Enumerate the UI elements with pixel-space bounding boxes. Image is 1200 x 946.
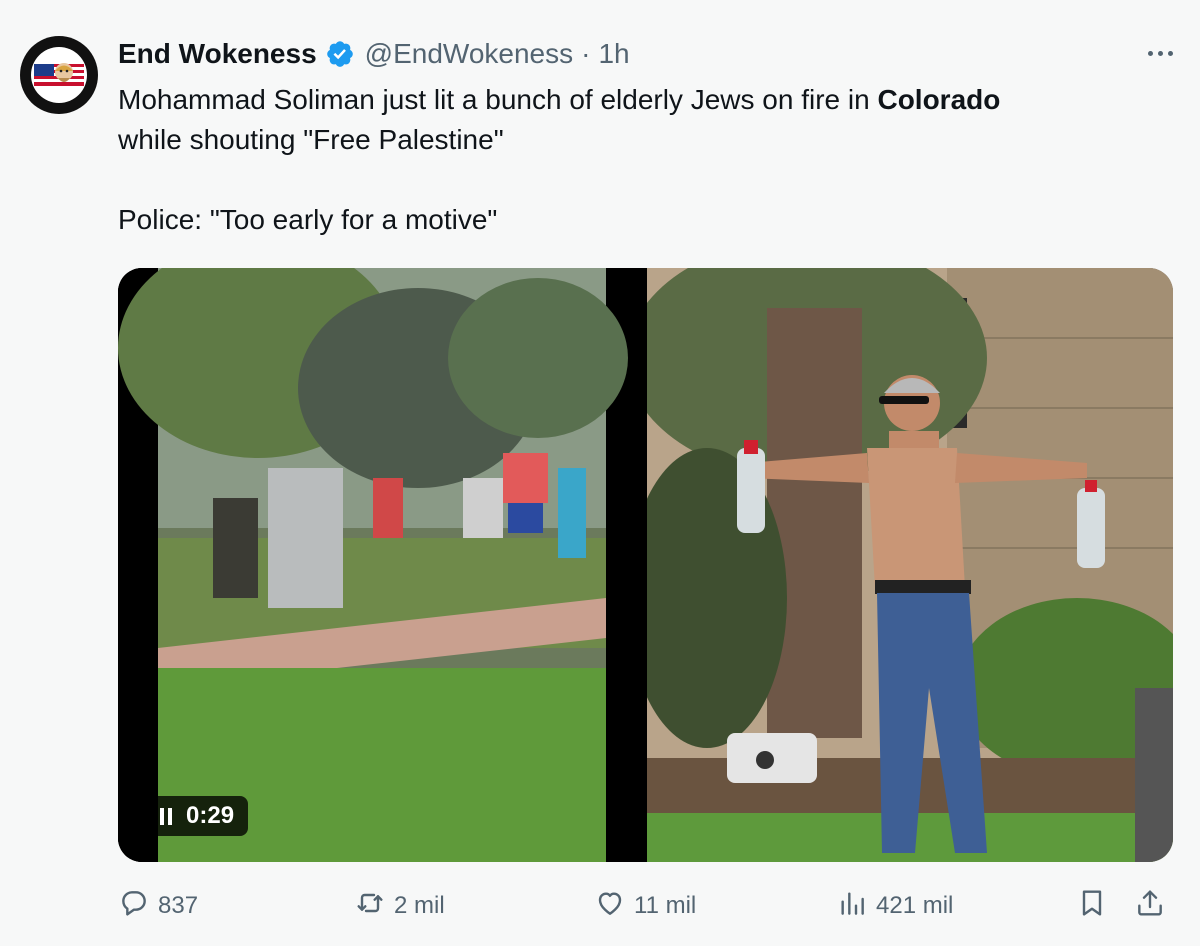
- video-thumbnail[interactable]: [118, 268, 643, 862]
- like-count: 11 mil: [634, 892, 697, 919]
- tweet-text: Mohammad Soliman just lit a bunch of eld…: [118, 80, 1158, 240]
- reply-icon: [118, 887, 158, 926]
- views-icon: [836, 887, 876, 926]
- media-grid[interactable]: [118, 268, 1173, 862]
- views-button[interactable]: 421 mil: [836, 886, 953, 926]
- hashtag-colorado[interactable]: Colorado: [877, 84, 1000, 115]
- avatar[interactable]: [20, 36, 98, 114]
- repost-icon: [354, 887, 394, 926]
- more-dots-icon[interactable]: [1140, 38, 1180, 68]
- like-icon: [594, 887, 634, 926]
- tweet-line-1-text: Mohammad Soliman just lit a bunch of eld…: [118, 84, 878, 115]
- tweet-card[interactable]: End Wokeness @EndWokeness · 1h Mohammad …: [0, 0, 1200, 946]
- reply-count: 837: [158, 892, 199, 919]
- tweet-line-1: Mohammad Soliman just lit a bunch of eld…: [118, 80, 1158, 120]
- repost-count: 2 mil: [394, 892, 445, 919]
- like-button[interactable]: 11 mil: [594, 886, 696, 926]
- photo-thumbnail[interactable]: [647, 268, 1173, 862]
- verified-badge-icon: [325, 39, 355, 69]
- reply-button[interactable]: 837: [118, 886, 198, 926]
- bookmark-icon: [1076, 887, 1116, 926]
- author-handle[interactable]: @EndWokeness: [365, 38, 573, 70]
- tweet-line-3: Police: "Too early for a motive": [118, 204, 498, 235]
- share-icon: [1134, 887, 1174, 926]
- bookmark-button[interactable]: [1076, 886, 1116, 926]
- views-count: 421 mil: [876, 892, 954, 919]
- tweet-line-2: while shouting "Free Palestine": [118, 124, 504, 155]
- separator-dot: ·: [581, 38, 591, 69]
- share-button[interactable]: [1134, 886, 1174, 926]
- pause-icon[interactable]: [160, 807, 172, 825]
- author-name[interactable]: End Wokeness: [118, 38, 317, 70]
- tweet-header: End Wokeness @EndWokeness · 1h: [118, 36, 630, 72]
- repost-button[interactable]: 2 mil: [354, 886, 445, 926]
- action-bar: 837 2 mil 11 mil 421 mil: [118, 886, 1178, 926]
- tweet-time[interactable]: 1h: [598, 38, 629, 70]
- video-timestamp-badge[interactable]: 0:29: [148, 796, 249, 836]
- video-timestamp: 0:29: [186, 802, 235, 829]
